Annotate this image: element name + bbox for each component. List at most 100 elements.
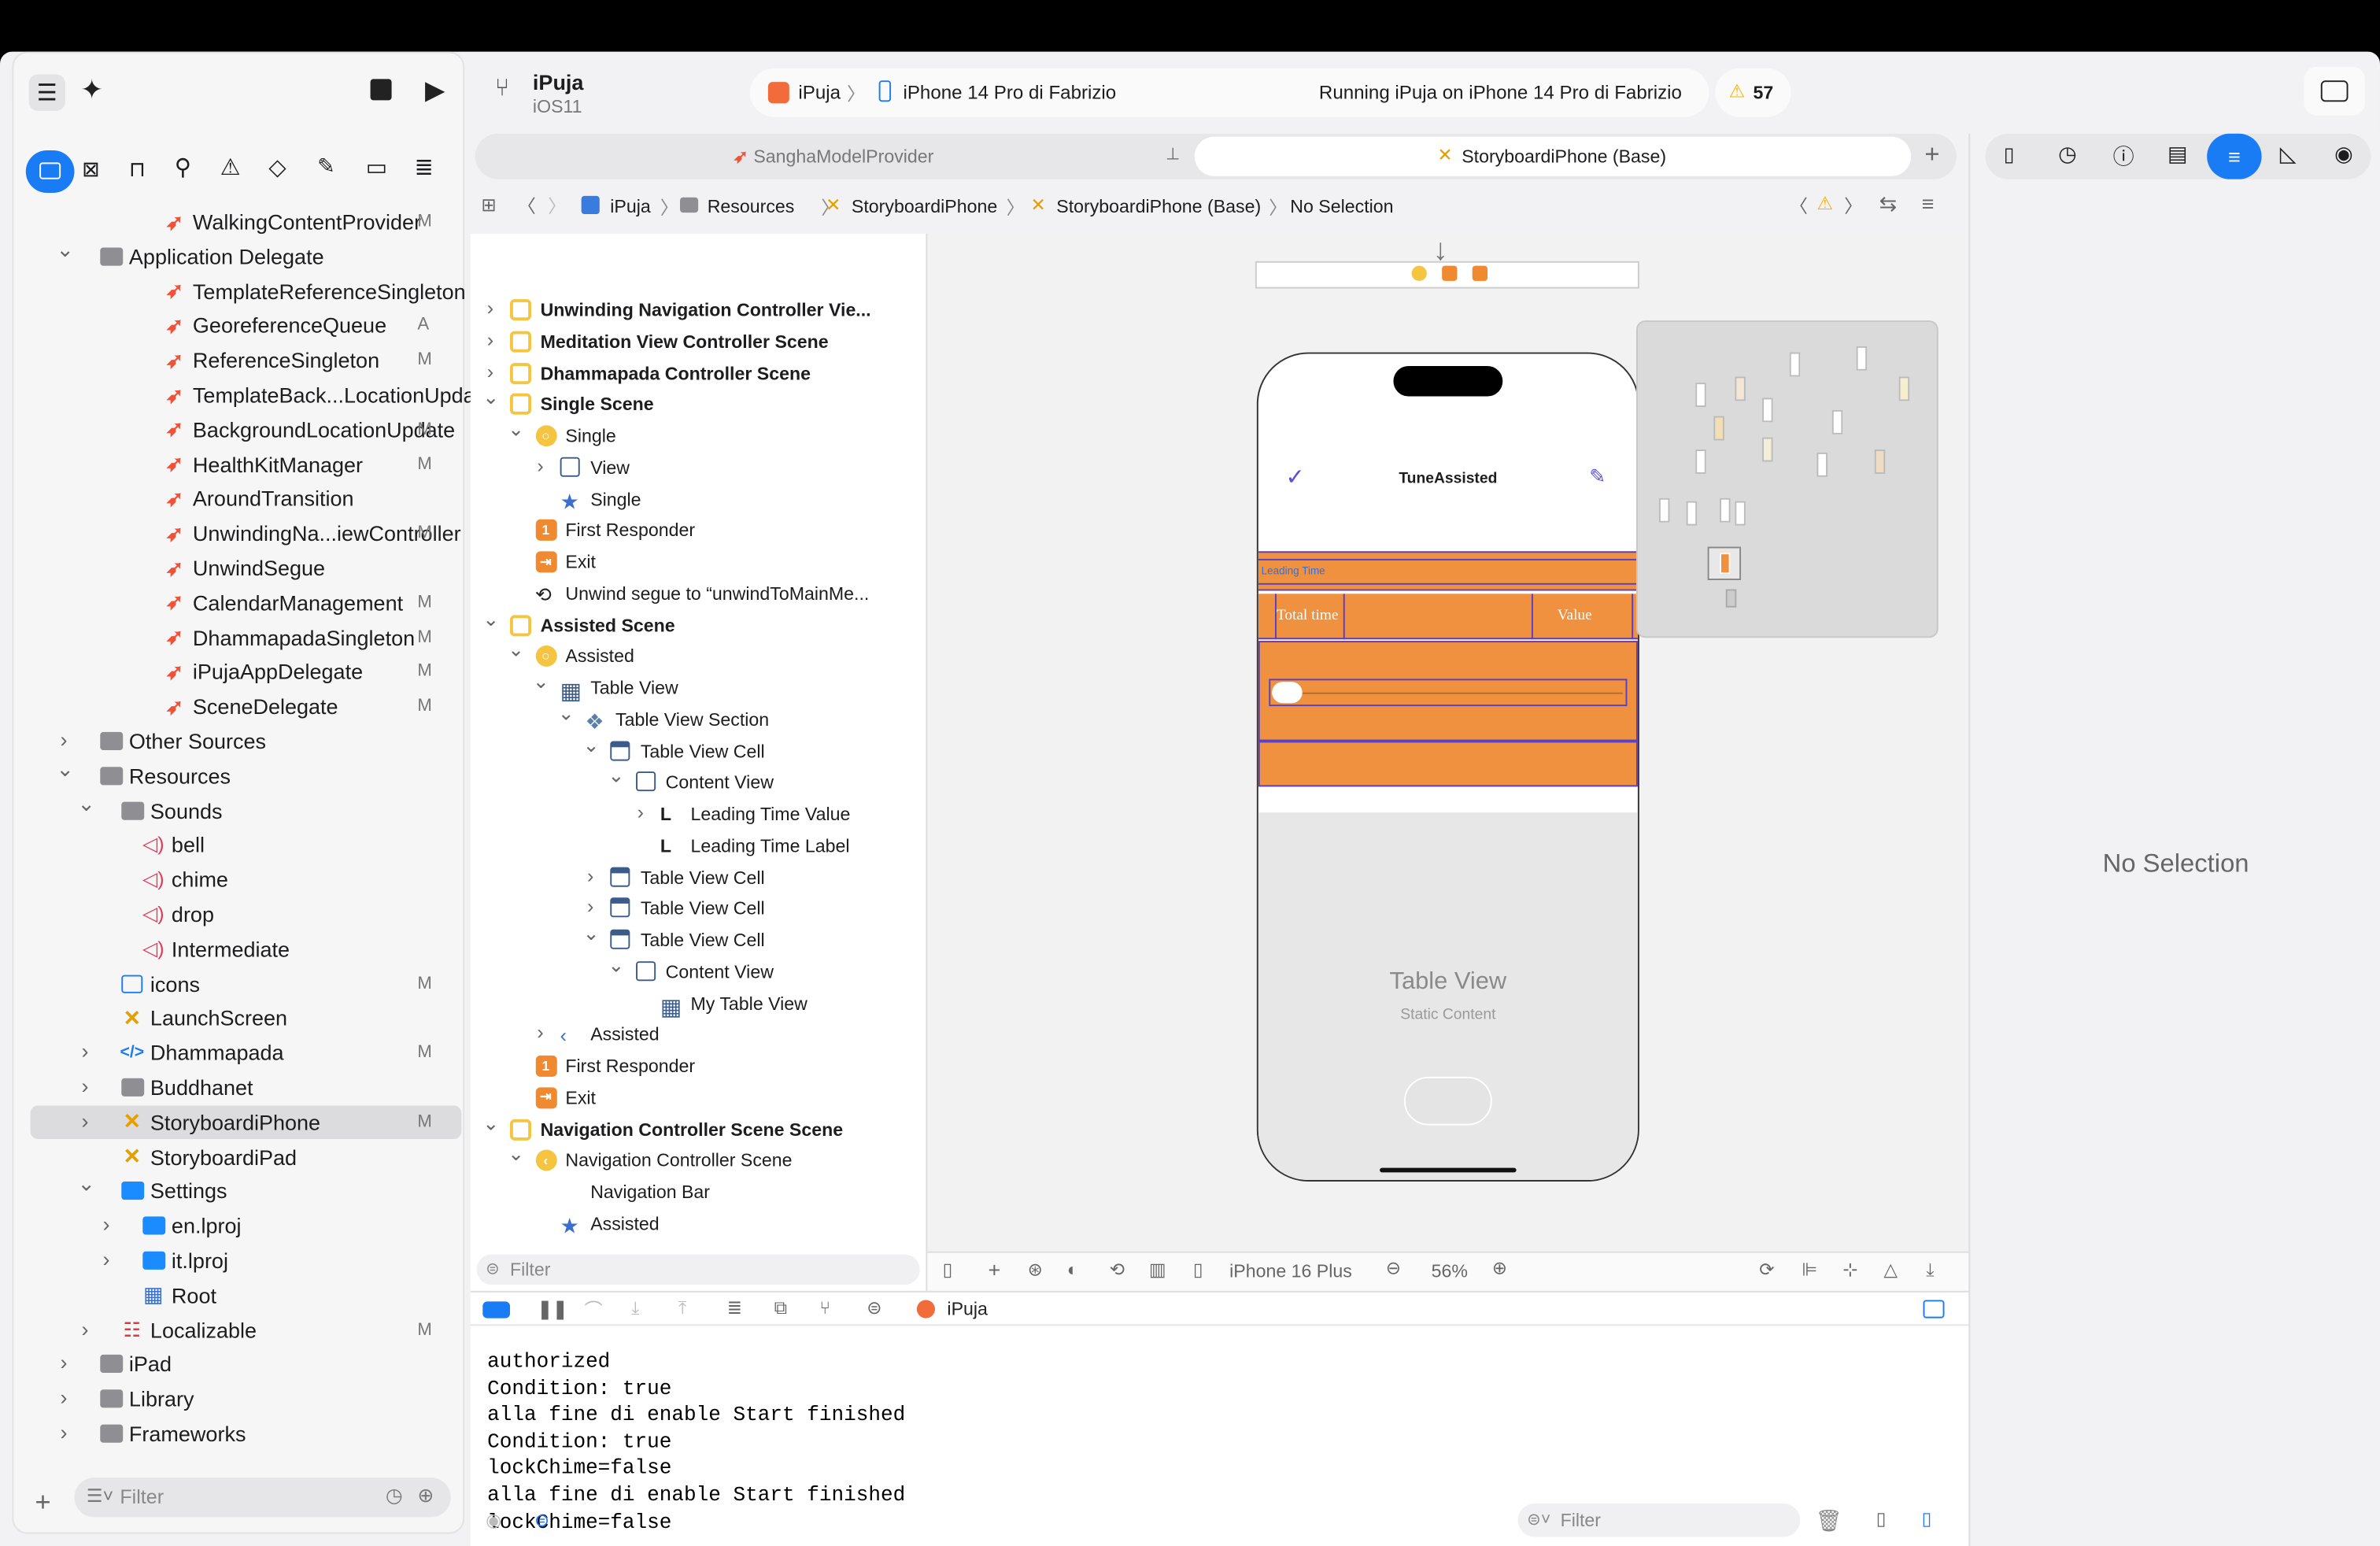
chevron-right-icon[interactable]: ›	[98, 1247, 113, 1271]
outline-item[interactable]: ⌄ Content View	[471, 953, 926, 987]
navigator-item[interactable]: › ☷ Localizable M	[13, 1313, 453, 1346]
total-time-cell[interactable]: Total time Value	[1258, 594, 1638, 640]
outline-item[interactable]: Navigation Bar	[471, 1177, 926, 1208]
exit-dock-icon[interactable]	[1472, 265, 1488, 281]
outline-item[interactable]: › Table View Cell	[471, 893, 926, 924]
prev-issue-icon[interactable]: 〈	[1790, 193, 1808, 219]
jump-project[interactable]: iPuja	[610, 196, 650, 217]
navigator-item[interactable]: ◁) Intermediate	[13, 932, 453, 965]
jump-selection[interactable]: No Selection	[1290, 196, 1393, 217]
chevron-right-icon[interactable]: ›	[482, 359, 497, 382]
outline-item[interactable]: ⟲ Unwind segue to “unwindToMainMe...	[471, 579, 926, 609]
recent-icon[interactable]: ◷	[386, 1484, 403, 1508]
navigator-item[interactable]: › it.lproj	[13, 1244, 453, 1277]
chevron-down-icon[interactable]: ⌄	[56, 237, 74, 263]
outline-item[interactable]: 1 First Responder	[471, 1051, 926, 1082]
zoom-out-icon[interactable]: ⊖	[1386, 1257, 1401, 1278]
chevron-right-icon[interactable]: ›	[633, 801, 648, 823]
zoom-in-icon[interactable]: ⊕	[1492, 1257, 1507, 1278]
navigator-item[interactable]: ◁) chime	[13, 863, 453, 896]
breakpoint-icon[interactable]: ▭	[366, 153, 387, 181]
test-icon[interactable]: ◇	[268, 153, 286, 181]
branch-icon[interactable]: ⑂	[495, 76, 510, 103]
outline-item[interactable]: ⌄ Single Scene	[471, 386, 926, 420]
navigator-item[interactable]: ➶ SceneDelegate M	[13, 690, 453, 723]
add-icon[interactable]: +	[35, 1487, 50, 1519]
sidebar-toggle-icon[interactable]: ☰	[28, 74, 65, 111]
view-hierarchy-icon[interactable]: ≣	[727, 1297, 742, 1319]
console-view-icon[interactable]: ▯	[1922, 1508, 1932, 1529]
outline-item[interactable]: ⇥ Exit	[471, 547, 926, 578]
outline-item[interactable]: ⌄ ○ Assisted	[471, 638, 926, 672]
vc-dock-icon[interactable]	[1411, 265, 1427, 281]
navigator-item[interactable]: ✕ LaunchScreen	[13, 1001, 453, 1034]
editor-options-icon[interactable]: ≡	[1922, 191, 1935, 216]
console-filter-field[interactable]: ⊜˅ Filter	[1517, 1503, 1801, 1537]
debug-process[interactable]: iPuja	[947, 1299, 987, 1320]
minimap-viewport[interactable]	[1707, 546, 1742, 580]
trash-icon[interactable]: 🗑	[1816, 1508, 1842, 1534]
chevron-right-icon[interactable]: ›	[77, 1074, 92, 1098]
debug-icon[interactable]: ✎	[317, 153, 335, 179]
canvas-minimap[interactable]	[1635, 320, 1938, 638]
chevron-down-icon[interactable]: ⌄	[558, 701, 575, 726]
connections-inspector-icon[interactable]: ◉	[2334, 141, 2353, 167]
chevron-right-icon[interactable]: ›	[482, 296, 497, 319]
outline-item[interactable]: ⌄ ▦ Table View	[471, 670, 926, 705]
responder-dock-icon[interactable]	[1442, 265, 1458, 281]
navigator-item[interactable]: ➶ AroundTransition	[13, 482, 453, 515]
step-over-icon[interactable]: ⌒	[584, 1297, 602, 1323]
search-icon[interactable]: ⚲	[175, 153, 191, 181]
outline-item[interactable]: ⌄ Content View	[471, 764, 926, 798]
outline-item[interactable]: › L Leading Time Value	[471, 799, 926, 830]
navigator-item[interactable]: ➶ DhammapadaSingleton M	[13, 620, 453, 653]
accessibility-icon[interactable]: ⊛	[1028, 1259, 1043, 1280]
chevron-down-icon[interactable]: ⌄	[533, 670, 549, 694]
outline-item[interactable]: › Table View Cell	[471, 862, 926, 893]
back-icon[interactable]: 〈	[518, 193, 536, 219]
chevron-down-icon[interactable]: ⌄	[77, 790, 95, 816]
resolve-icon[interactable]: △	[1883, 1259, 1898, 1280]
navigator-item[interactable]: › en.lproj	[13, 1209, 453, 1242]
chevron-right-icon[interactable]: ›	[482, 327, 497, 350]
empty-cell[interactable]	[1258, 741, 1638, 787]
storyboard-canvas[interactable]: ↓ ✓ TuneAssisted ✎ Leading Time Total ti…	[927, 234, 1969, 1252]
chevron-down-icon[interactable]: ⌄	[482, 607, 499, 631]
rounded-button[interactable]	[1403, 1076, 1492, 1126]
outline-filter-field[interactable]: ⊜ Filter	[476, 1254, 920, 1285]
appearance-icon[interactable]: ◐	[1067, 1259, 1078, 1280]
tab-sangha[interactable]: ➶ SanghaModelProvider	[733, 146, 933, 167]
chevron-down-icon[interactable]: ⌄	[482, 1111, 499, 1135]
new-tab-icon[interactable]: +	[1924, 139, 1939, 170]
size-inspector-icon[interactable]: ◺	[2280, 141, 2297, 167]
embed-icon[interactable]: ⤓	[1926, 1259, 1934, 1282]
eye-icon[interactable]: ◉	[486, 1510, 501, 1531]
chevron-down-icon[interactable]: ⌄	[508, 418, 524, 442]
identity-inspector-icon[interactable]: ▤	[2168, 141, 2188, 167]
pin-constraints-icon[interactable]: ⊹	[1842, 1259, 1857, 1280]
scene-dock[interactable]	[1255, 261, 1639, 289]
jump-storyboard-base[interactable]: StoryboardiPhone (Base)	[1056, 196, 1261, 217]
outline-item[interactable]: › Meditation View Controller Scene	[471, 326, 926, 357]
scheme-selector[interactable]: iPuja	[798, 82, 841, 103]
chevron-right-icon[interactable]: ›	[56, 1351, 71, 1375]
chevron-down-icon[interactable]: ⌄	[608, 764, 624, 789]
navigator-item[interactable]: ➶ BackgroundLocationUpdate M	[13, 412, 455, 446]
variables-icon[interactable]: ⊜	[534, 1510, 549, 1531]
slider-cell[interactable]	[1258, 641, 1638, 742]
outline-item[interactable]: ⌄ ‹ Navigation Controller Scene	[471, 1142, 926, 1176]
device-config[interactable]: iPhone 16 Plus	[1229, 1260, 1352, 1282]
outline-item[interactable]: ▦ My Table View	[471, 988, 926, 1020]
inspector-toggle[interactable]	[2304, 66, 2365, 116]
navigator-item[interactable]: ⌄ Sounds	[13, 790, 453, 827]
outline-item[interactable]: ★ Assisted	[471, 1208, 926, 1239]
navigator-item[interactable]: ⌄ Resources	[13, 756, 453, 792]
breakpoints-toggle-icon[interactable]	[482, 1301, 510, 1319]
navigator-item[interactable]: › Other Sources	[13, 724, 453, 757]
outline-item[interactable]: ⌄ Navigation Controller Scene Scene	[471, 1111, 926, 1145]
forward-icon[interactable]: 〉	[548, 193, 566, 219]
navigator-item[interactable]: ⌄ Settings	[13, 1171, 453, 1208]
outline-item[interactable]: L Leading Time Label	[471, 830, 926, 861]
stop-button[interactable]	[370, 79, 392, 101]
related-items-icon[interactable]: ⊞	[481, 194, 496, 216]
